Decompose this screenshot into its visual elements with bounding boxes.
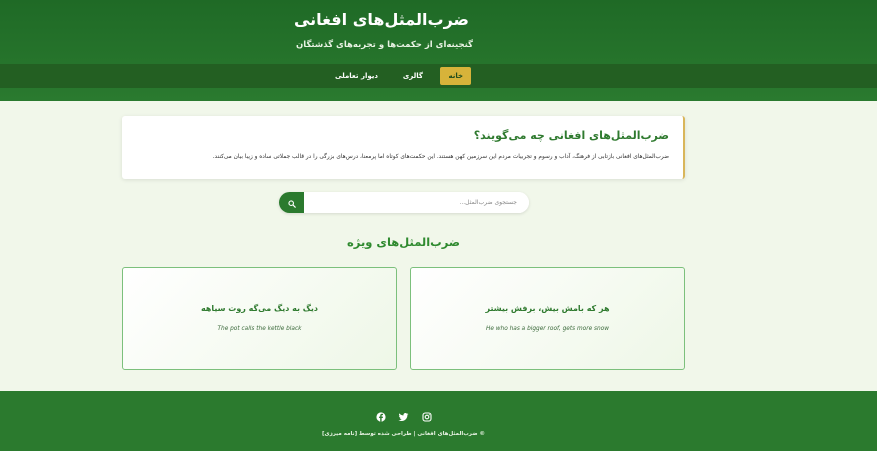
social-links bbox=[376, 406, 432, 422]
instagram-icon[interactable] bbox=[422, 407, 432, 422]
proverb-card[interactable]: هر که بامش بیش، برفش بیشتر He who has a … bbox=[410, 267, 685, 370]
facebook-icon[interactable] bbox=[376, 407, 386, 422]
search-button[interactable] bbox=[279, 192, 304, 213]
nav-gallery[interactable]: گالری bbox=[395, 67, 431, 85]
twitter-icon[interactable] bbox=[398, 407, 409, 421]
search-input[interactable] bbox=[304, 192, 529, 213]
site-title: ضرب‌المثل‌های افغانی bbox=[293, 10, 469, 29]
proverb-text: هر که بامش بیش، برفش بیشتر bbox=[485, 304, 610, 313]
proverb-translation: He who has a bigger roof, gets more snow bbox=[486, 326, 609, 332]
site-footer: © ضرب‌المثل‌های افغانی | طراحی شده توسط … bbox=[0, 391, 877, 451]
proverb-text: دیگ به دیگ می‌گه روت سیاهه bbox=[200, 304, 319, 313]
proverb-translation: The pot calls the kettle black bbox=[217, 326, 302, 332]
search-icon bbox=[287, 193, 296, 212]
main-nav: خانه گالری دیوار تعاملی bbox=[0, 64, 877, 88]
site-header: ضرب‌المثل‌های افغانی گنجینه‌ای از حکمت‌ه… bbox=[0, 0, 877, 101]
copyright-text: © ضرب‌المثل‌های افغانی | طراحی شده توسط … bbox=[322, 431, 485, 437]
intro-text: ضرب‌المثل‌های افغانی بازتابی از فرهنگ، آ… bbox=[212, 154, 669, 160]
intro-title: ضرب‌المثل‌های افغانی چه می‌گویند؟ bbox=[473, 129, 669, 142]
intro-card: ضرب‌المثل‌های افغانی چه می‌گویند؟ ضرب‌ال… bbox=[122, 116, 685, 179]
nav-home[interactable]: خانه bbox=[440, 67, 471, 85]
featured-section-title: ضرب‌المثل‌های ویژه bbox=[347, 235, 460, 249]
search-bar bbox=[279, 192, 529, 213]
nav-interactive-wall[interactable]: دیوار تعاملی bbox=[327, 67, 386, 85]
site-subtitle: گنجینه‌ای از حکمت‌ها و تجربه‌های گذشتگان bbox=[296, 40, 473, 50]
proverb-card[interactable]: دیگ به دیگ می‌گه روت سیاهه The pot calls… bbox=[122, 267, 397, 370]
